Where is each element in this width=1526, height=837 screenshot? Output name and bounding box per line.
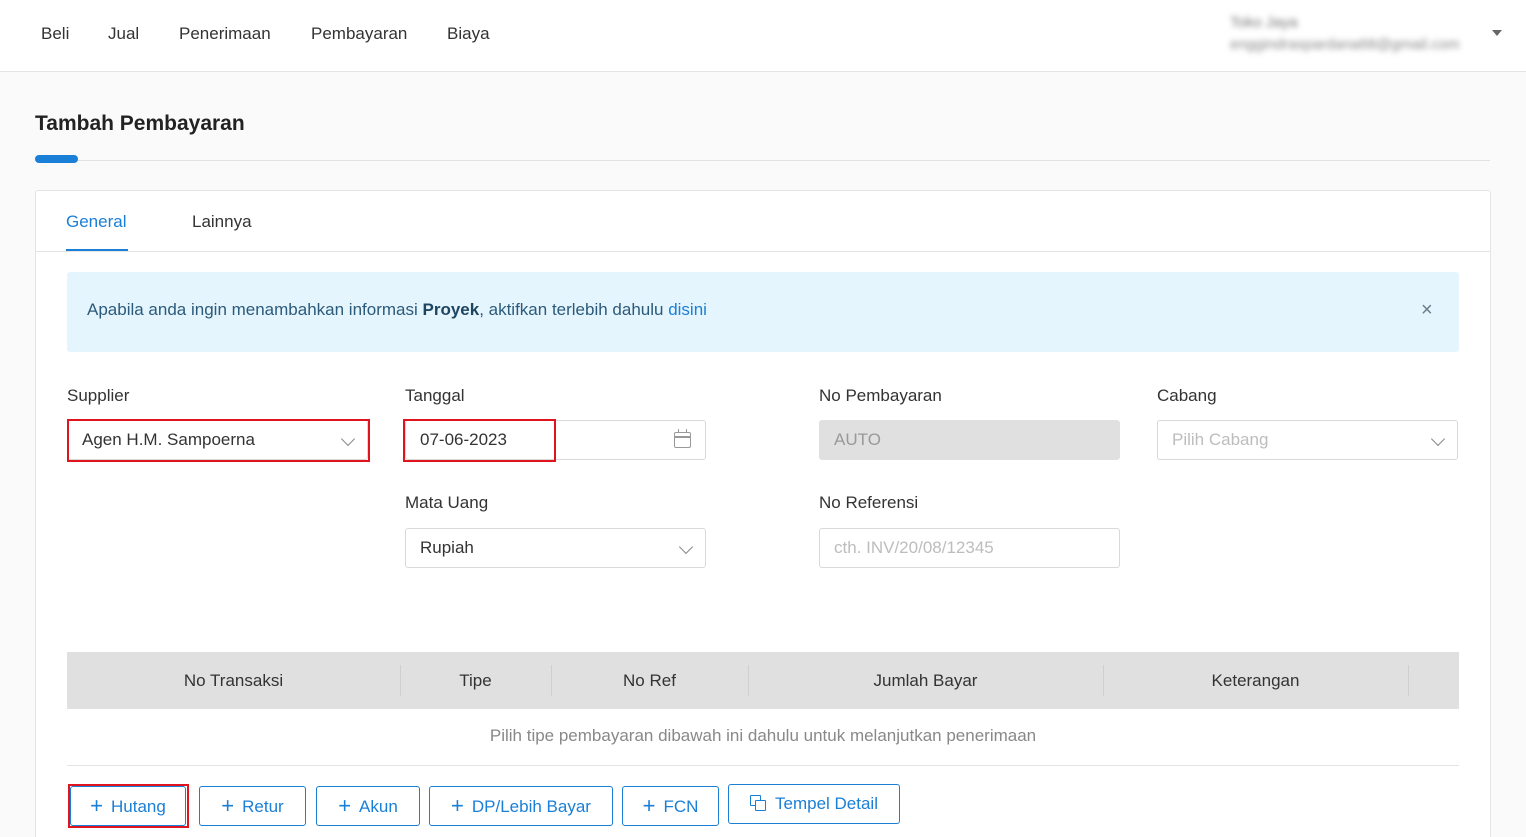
- nav-biaya[interactable]: Biaya: [447, 24, 490, 44]
- tab-lainnya[interactable]: Lainnya: [192, 212, 252, 232]
- tanggal-label: Tanggal: [405, 386, 465, 405]
- nav-jual[interactable]: Jual: [108, 24, 139, 44]
- col-tipe: Tipe: [459, 671, 492, 690]
- info-banner: Apabila anda ingin menambahkan informasi…: [67, 272, 1459, 352]
- mata-uang-select[interactable]: Rupiah: [405, 528, 706, 568]
- plus-icon: +: [221, 793, 235, 818]
- col-divider: [1408, 665, 1409, 696]
- akun-label: Akun: [359, 797, 398, 816]
- cabang-select[interactable]: Pilih Cabang: [1157, 420, 1458, 460]
- nav-penerimaan[interactable]: Penerimaan: [179, 24, 271, 44]
- plus-icon: +: [451, 793, 464, 818]
- top-navbar: Beli Jual Penerimaan Pembayaran Biaya To…: [0, 0, 1526, 72]
- add-retur-button[interactable]: + Retur: [199, 786, 306, 826]
- table-divider: [67, 765, 1459, 766]
- highlight-supplier: [67, 419, 370, 462]
- active-tab-indicator: [66, 249, 128, 251]
- nav-beli[interactable]: Beli: [41, 24, 69, 44]
- add-akun-button[interactable]: + Akun: [316, 786, 420, 826]
- copy-icon: [750, 795, 767, 812]
- info-banner-text: Apabila anda ingin menambahkan informasi…: [87, 300, 707, 320]
- close-icon[interactable]: ×: [1421, 300, 1433, 320]
- plus-icon: +: [338, 793, 352, 818]
- banner-disini-link[interactable]: disini: [668, 300, 707, 319]
- col-keterangan: Keterangan: [1211, 671, 1300, 690]
- page-title: Tambah Pembayaran: [35, 112, 245, 135]
- banner-text-before: Apabila anda ingin menambahkan informasi: [87, 300, 423, 319]
- add-dp-lebih-bayar-button[interactable]: + DP/Lebih Bayar: [429, 786, 613, 826]
- banner-text-after: , aktifkan terlebih dahulu: [479, 300, 669, 319]
- title-divider: [35, 160, 1490, 161]
- highlight-tanggal: [403, 419, 556, 462]
- cabang-placeholder: Pilih Cabang: [1172, 430, 1269, 449]
- chevron-down-icon: [1430, 431, 1446, 447]
- plus-icon: +: [642, 793, 656, 818]
- user-name: Toko Jaya: [1230, 14, 1298, 31]
- table-header: No Transaksi Tipe No Ref Jumlah Bayar Ke…: [67, 652, 1459, 709]
- no-referensi-label: No Referensi: [819, 493, 919, 512]
- supplier-label: Supplier: [67, 386, 130, 405]
- mata-uang-value: Rupiah: [420, 538, 474, 557]
- retur-label: Retur: [242, 797, 284, 816]
- tempel-detail-button[interactable]: Tempel Detail: [728, 784, 900, 824]
- tabs-divider: [36, 251, 1490, 252]
- no-referensi-input[interactable]: cth. INV/20/08/12345: [819, 528, 1120, 568]
- fcn-label: FCN: [663, 797, 699, 816]
- table-empty-message: Pilih tipe pembayaran dibawah ini dahulu…: [489, 726, 1037, 745]
- mata-uang-label: Mata Uang: [405, 493, 489, 512]
- payment-form-card: General Lainnya Apabila anda ingin menam…: [35, 190, 1491, 837]
- no-pembayaran-field: AUTO: [819, 420, 1120, 460]
- nav-pembayaran[interactable]: Pembayaran: [311, 24, 407, 44]
- title-accent-bar: [35, 155, 78, 163]
- user-menu[interactable]: Toko Jaya enggindraspardana68@gmail.com: [1230, 12, 1480, 56]
- highlight-hutang: [68, 784, 189, 828]
- chevron-down-icon: [678, 539, 694, 555]
- tempel-label: Tempel Detail: [775, 794, 878, 813]
- col-no-ref: No Ref: [623, 671, 676, 690]
- dp-label: DP/Lebih Bayar: [471, 797, 591, 816]
- caret-down-icon[interactable]: [1492, 30, 1502, 36]
- add-fcn-button[interactable]: + FCN: [622, 786, 719, 826]
- tab-general[interactable]: General: [66, 212, 126, 232]
- calendar-icon[interactable]: [674, 429, 691, 448]
- col-no-transaksi: No Transaksi: [183, 671, 284, 690]
- col-jumlah-bayar: Jumlah Bayar: [873, 671, 978, 690]
- user-email: enggindraspardana68@gmail.com: [1230, 36, 1460, 53]
- banner-bold-proyek: Proyek: [422, 300, 480, 319]
- no-pembayaran-label: No Pembayaran: [819, 386, 942, 405]
- cabang-label: Cabang: [1157, 386, 1217, 405]
